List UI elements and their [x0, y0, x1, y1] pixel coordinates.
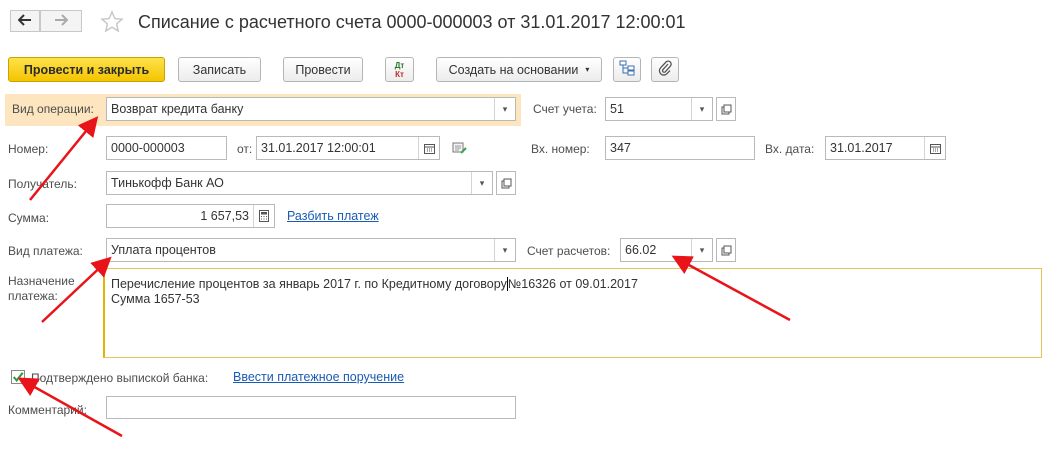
incoming-number-input[interactable]: 347: [605, 136, 755, 160]
structure-button[interactable]: [613, 57, 641, 82]
purpose-label-line2: платежа:: [8, 289, 58, 303]
page-title: Списание с расчетного счета 0000-000003 …: [138, 12, 686, 32]
purpose-textarea[interactable]: Перечисление процентов за январь 2017 г.…: [103, 268, 1042, 358]
forward-button[interactable]: [40, 10, 82, 32]
arrow-right-icon: [54, 13, 69, 29]
recipient-label: Получатель:: [8, 177, 77, 191]
payment-type-value: Уплата процентов: [111, 243, 216, 257]
operation-type-select[interactable]: Возврат кредита банку ▾: [106, 97, 516, 121]
dropdown-arrow-icon[interactable]: ▾: [691, 239, 712, 261]
dropdown-arrow-icon[interactable]: ▾: [471, 172, 492, 194]
operation-type-label: Вид операции:: [12, 102, 94, 116]
open-icon[interactable]: [496, 171, 516, 195]
confirmed-checkbox[interactable]: [11, 370, 25, 384]
dt-label: Дт: [394, 60, 405, 70]
checkmark-icon: [12, 372, 24, 383]
dt-kt-button[interactable]: Дт Кт: [385, 57, 414, 82]
date-value: 31.01.2017 12:00:01: [261, 141, 376, 155]
back-button[interactable]: [10, 10, 40, 32]
amount-input[interactable]: 1 657,53: [106, 204, 275, 228]
number-value: 0000-000003: [111, 141, 185, 155]
settlement-account-select[interactable]: 66.02 ▾: [620, 238, 713, 262]
comment-label: Комментарий:: [8, 403, 87, 417]
amount-value: 1 657,53: [200, 209, 249, 223]
recipient-value: Тинькофф Банк АО: [111, 176, 224, 190]
dropdown-arrow-icon[interactable]: ▾: [691, 98, 712, 120]
post-and-close-button[interactable]: Провести и закрыть: [8, 57, 165, 82]
purpose-label-line1: Назначение: [8, 274, 75, 288]
incoming-date-value: 31.01.2017: [830, 141, 893, 155]
chevron-down-icon: ▾: [585, 65, 590, 74]
amount-label: Сумма:: [8, 211, 50, 225]
recipient-select[interactable]: Тинькофф Банк АО ▾: [106, 171, 493, 195]
hierarchy-icon: [619, 60, 635, 79]
account-value: 51: [610, 102, 624, 116]
date-label: от:: [237, 142, 253, 156]
purpose-text-line3: Сумма 1657-53: [111, 292, 200, 306]
incoming-number-value: 347: [610, 141, 631, 155]
number-label: Номер:: [8, 142, 49, 156]
calculator-icon[interactable]: [253, 205, 274, 227]
settlement-account-label: Счет расчетов:: [527, 244, 611, 258]
account-select[interactable]: 51 ▾: [605, 97, 713, 121]
payment-type-label: Вид платежа:: [8, 244, 83, 258]
kt-label: Кт: [395, 69, 404, 79]
paperclip-icon: [658, 60, 672, 79]
calendar-icon[interactable]: [418, 137, 439, 159]
confirmed-label: Подтверждено выпиской банка:: [31, 371, 209, 385]
save-button[interactable]: Записать: [178, 57, 261, 82]
create-based-on-label: Создать на основании: [448, 62, 579, 77]
enter-payment-order-link[interactable]: Ввести платежное поручение: [233, 370, 404, 384]
account-label: Счет учета:: [533, 102, 597, 116]
comment-input[interactable]: [106, 396, 516, 419]
calendar-icon[interactable]: [924, 137, 945, 159]
date-input[interactable]: 31.01.2017 12:00:01: [256, 136, 440, 160]
open-icon[interactable]: [716, 97, 736, 121]
dropdown-arrow-icon[interactable]: ▾: [494, 239, 515, 261]
incoming-number-label: Вх. номер:: [531, 142, 590, 156]
open-icon[interactable]: [716, 238, 736, 262]
split-payment-link[interactable]: Разбить платеж: [287, 209, 379, 223]
create-based-on-button[interactable]: Создать на основании ▾: [436, 57, 602, 82]
purpose-text-line1: Перечисление процентов за январь 2017 г.…: [111, 277, 507, 291]
operation-type-value: Возврат кредита банку: [111, 102, 244, 116]
incoming-date-input[interactable]: 31.01.2017: [825, 136, 946, 160]
attachments-button[interactable]: [651, 57, 679, 82]
post-button[interactable]: Провести: [283, 57, 363, 82]
favorite-star-icon[interactable]: [100, 10, 124, 37]
dropdown-arrow-icon[interactable]: ▾: [494, 98, 515, 120]
document-edit-icon[interactable]: [452, 142, 468, 159]
incoming-date-label: Вх. дата:: [765, 142, 815, 156]
payment-type-select[interactable]: Уплата процентов ▾: [106, 238, 516, 262]
purpose-text-line2: №16326 от 09.01.2017: [507, 277, 638, 291]
number-input[interactable]: 0000-000003: [106, 136, 227, 160]
arrow-left-icon: [17, 13, 32, 29]
settlement-account-value: 66.02: [625, 243, 657, 257]
